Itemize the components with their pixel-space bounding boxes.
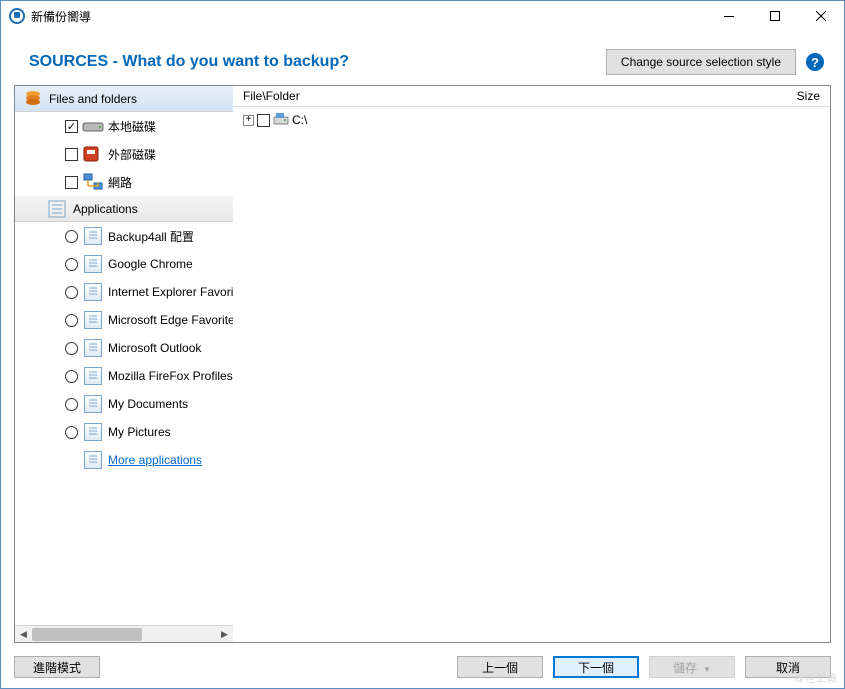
app-outlook[interactable]: Microsoft Outlook (15, 334, 233, 362)
checkbox-unchecked[interactable] (65, 148, 78, 161)
doc-icon (84, 451, 102, 469)
change-source-style-button[interactable]: Change source selection style (606, 49, 796, 75)
tree-root-label: C:\ (292, 113, 307, 127)
source-local-disk[interactable]: ✓ 本地磁碟 (15, 112, 233, 140)
app-ie-favorites[interactable]: Internet Explorer Favorites (15, 278, 233, 306)
radio-unchecked[interactable] (65, 258, 78, 271)
radio-unchecked[interactable] (65, 426, 78, 439)
prev-button[interactable]: 上一個 (457, 656, 543, 678)
sidebar-scrollbar[interactable]: ◀ ▶ (15, 625, 233, 642)
file-tree-body: + C:\ (233, 107, 830, 642)
close-button[interactable] (798, 1, 844, 31)
app-label: Backup4all 配置 (108, 228, 194, 245)
app-label: Mozilla FireFox Profiles (108, 369, 233, 383)
scroll-left-icon[interactable]: ◀ (15, 626, 32, 643)
column-size[interactable]: Size (770, 89, 820, 103)
hdd-icon (82, 117, 104, 135)
radio-unchecked[interactable] (65, 230, 78, 243)
source-network[interactable]: 網路 (15, 168, 233, 196)
network-icon (82, 173, 104, 191)
doc-icon (84, 367, 102, 385)
help-icon[interactable]: ? (806, 53, 824, 71)
next-button[interactable]: 下一個 (553, 656, 639, 678)
disk-stack-icon (23, 89, 43, 109)
minimize-button[interactable] (706, 1, 752, 31)
source-label: 本地磁碟 (108, 118, 156, 135)
file-tree-panel: File\Folder Size + C:\ (233, 86, 830, 642)
app-label: My Documents (108, 397, 188, 411)
source-label: 外部磁碟 (108, 146, 156, 163)
radio-unchecked[interactable] (65, 314, 78, 327)
ext-hdd-icon (82, 145, 104, 163)
more-link-label[interactable]: More applications (108, 453, 202, 467)
expand-icon[interactable]: + (243, 115, 254, 126)
doc-icon (84, 311, 102, 329)
radio-unchecked[interactable] (65, 398, 78, 411)
scroll-track[interactable] (32, 626, 216, 643)
titlebar: 新備份嚮導 (1, 1, 844, 31)
radio-unchecked[interactable] (65, 342, 78, 355)
tree-root-row[interactable]: + C:\ (243, 111, 820, 129)
app-edge-favorites[interactable]: Microsoft Edge Favorites (15, 306, 233, 334)
main-area: Files and folders ✓ 本地磁碟 外部磁碟 網路 Applica… (14, 85, 831, 643)
source-sidebar: Files and folders ✓ 本地磁碟 外部磁碟 網路 Applica… (15, 86, 233, 642)
window-title: 新備份嚮導 (31, 8, 706, 25)
checkbox-checked[interactable]: ✓ (65, 120, 78, 133)
save-button: 儲存▼ (649, 656, 735, 678)
doc-icon (84, 339, 102, 357)
page-header: SOURCES - What do you want to backup? Ch… (1, 31, 844, 85)
source-label: 網路 (108, 174, 132, 191)
doc-icon (84, 227, 102, 245)
scroll-thumb[interactable] (32, 628, 142, 641)
advanced-mode-button[interactable]: 進階模式 (14, 656, 100, 678)
doc-icon (84, 283, 102, 301)
app-firefox[interactable]: Mozilla FireFox Profiles (15, 362, 233, 390)
app-chrome[interactable]: Google Chrome (15, 250, 233, 278)
app-label: Google Chrome (108, 257, 193, 271)
app-backup4all[interactable]: Backup4all 配置 (15, 222, 233, 250)
doc-icon (84, 255, 102, 273)
app-label: Microsoft Edge Favorites (108, 313, 233, 327)
checkbox-unchecked[interactable] (257, 114, 270, 127)
app-list-icon (47, 199, 67, 219)
watermark: 綠色工廠 (794, 670, 838, 685)
drive-icon (273, 112, 289, 129)
file-tree-header: File\Folder Size (233, 86, 830, 107)
doc-icon (84, 395, 102, 413)
app-icon (9, 8, 25, 24)
category-label: Files and folders (49, 92, 137, 106)
app-label: Internet Explorer Favorites (108, 285, 233, 299)
radio-unchecked[interactable] (65, 286, 78, 299)
page-title: SOURCES - What do you want to backup? (29, 53, 606, 71)
window-controls (706, 1, 844, 31)
category-files-folders[interactable]: Files and folders (15, 86, 233, 112)
wizard-footer: 進階模式 上一個 下一個 儲存▼ 取消 (1, 646, 844, 688)
doc-icon (84, 423, 102, 441)
source-external-disk[interactable]: 外部磁碟 (15, 140, 233, 168)
app-label: My Pictures (108, 425, 171, 439)
app-label: Microsoft Outlook (108, 341, 201, 355)
radio-unchecked[interactable] (65, 370, 78, 383)
app-my-pictures[interactable]: My Pictures (15, 418, 233, 446)
app-my-documents[interactable]: My Documents (15, 390, 233, 418)
scroll-right-icon[interactable]: ▶ (216, 626, 233, 643)
column-file[interactable]: File\Folder (243, 89, 770, 103)
maximize-button[interactable] (752, 1, 798, 31)
chevron-down-icon: ▼ (703, 665, 711, 674)
category-label: Applications (73, 202, 138, 216)
checkbox-unchecked[interactable] (65, 176, 78, 189)
more-applications-link[interactable]: More applications (15, 446, 233, 474)
category-applications[interactable]: Applications (15, 196, 233, 222)
